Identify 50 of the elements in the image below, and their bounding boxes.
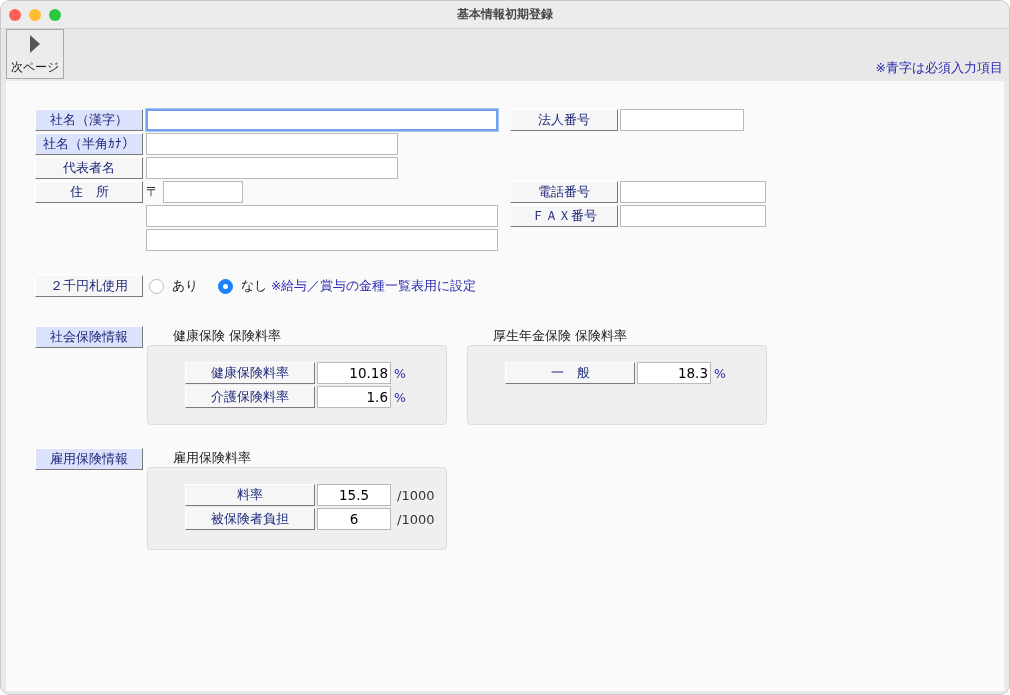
window-title: 基本情報初期登録 — [457, 7, 553, 22]
input-field[interactable]: 15.5 — [317, 484, 391, 506]
zoom-button[interactable] — [49, 9, 61, 21]
rate-label: 一 般 — [505, 362, 635, 384]
input-field[interactable] — [146, 133, 398, 155]
field-label: 法人番号 — [510, 109, 618, 131]
input-field[interactable] — [146, 157, 398, 179]
field-label: 代表者名 — [35, 157, 143, 179]
play-icon — [29, 34, 41, 54]
radio-button[interactable] — [218, 278, 233, 294]
rate-label: 健康保険料率 — [185, 362, 315, 384]
postal-mark: 〒 — [146, 183, 160, 201]
field-label: 社名（半角ｶﾅ） — [35, 133, 143, 155]
field-label: ＦＡＸ番号 — [510, 205, 618, 227]
section-label: 社会保険情報 — [35, 326, 143, 348]
input-field[interactable] — [146, 205, 498, 227]
next-page-button[interactable]: 次ページ — [6, 29, 64, 79]
field-label: 住 所 — [35, 181, 143, 203]
rate-label: 介護保険料率 — [185, 386, 315, 408]
unit-label: /1000 — [397, 487, 435, 503]
unit-label: /1000 — [397, 511, 435, 527]
unit-label: % — [714, 365, 726, 381]
required-note: ※青字は必須入力項目 — [875, 60, 1003, 77]
input-field[interactable]: 18.3 — [637, 362, 711, 384]
unit-label: % — [394, 365, 406, 381]
input-field[interactable] — [620, 109, 744, 131]
minimize-button[interactable] — [29, 9, 41, 21]
input-field[interactable]: 1.6 — [317, 386, 391, 408]
input-field[interactable] — [146, 229, 498, 251]
panel-title: 雇用保険料率 — [172, 449, 252, 467]
rate-label: 被保険者負担 — [185, 508, 315, 530]
radio-button[interactable] — [149, 278, 164, 294]
input-field[interactable] — [620, 205, 766, 227]
option-label: ２千円札使用 — [35, 275, 143, 297]
rate-label: 料率 — [185, 484, 315, 506]
field-label: 電話番号 — [510, 181, 618, 203]
unit-label: % — [394, 389, 406, 405]
setting-note: ※給与／賞与の金種一覧表用に設定 — [271, 277, 477, 295]
radio-label[interactable]: なし — [241, 277, 267, 295]
panel-title: 健康保険 保険料率 — [172, 327, 283, 345]
section-label: 雇用保険情報 — [35, 448, 143, 470]
close-button[interactable] — [9, 9, 21, 21]
input-field[interactable] — [146, 109, 498, 131]
panel-title: 厚生年金保険 保険料率 — [492, 327, 629, 345]
field-label: 社名（漢字） — [35, 109, 143, 131]
input-field[interactable]: 10.18 — [317, 362, 391, 384]
radio-label[interactable]: あり — [172, 277, 198, 295]
input-field[interactable] — [620, 181, 766, 203]
input-field[interactable]: 6 — [317, 508, 391, 530]
input-field[interactable] — [163, 181, 243, 203]
